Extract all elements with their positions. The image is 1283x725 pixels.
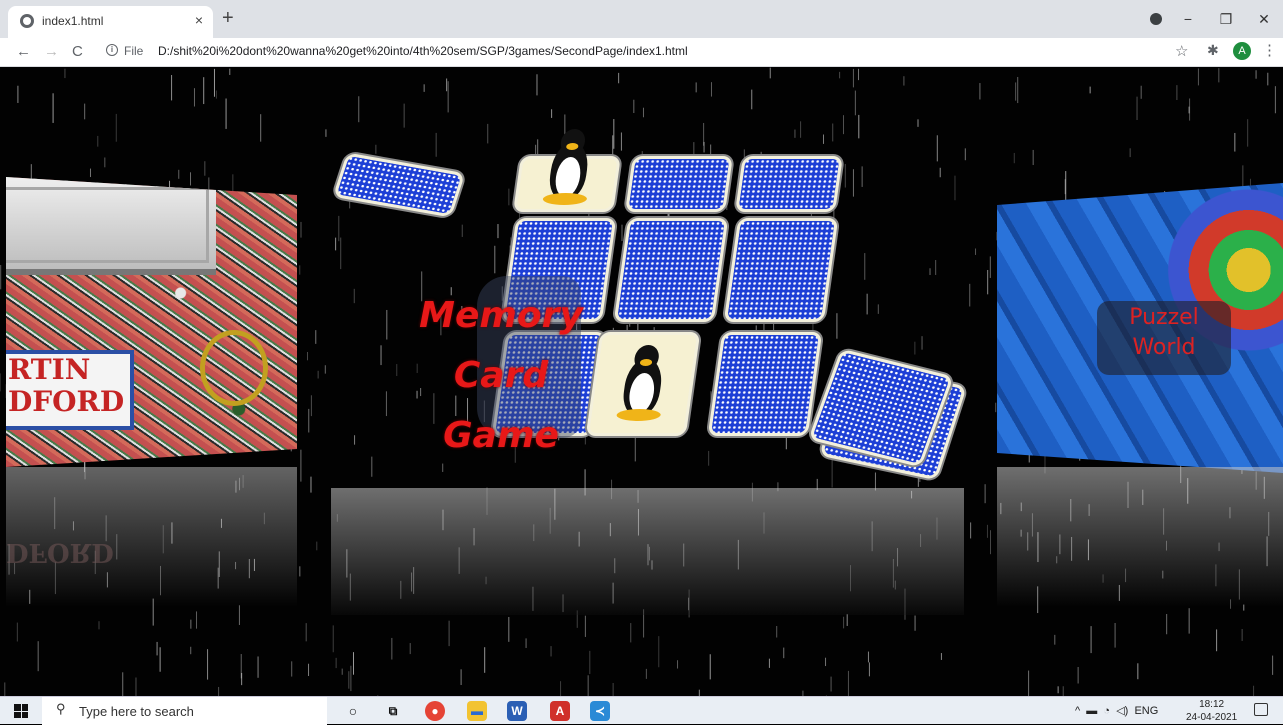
window-controls: − ❐ ✕ (1169, 0, 1283, 38)
browser-toolbar: ← → C i File D:/shit%20i%20dont%20wanna%… (0, 38, 1283, 67)
wifi-icon[interactable]: ◔ (1103, 705, 1110, 717)
left-panel-reflection: DFORD (6, 467, 297, 607)
vscode-icon[interactable]: ≺ (590, 701, 610, 721)
card-back (613, 218, 729, 322)
card-back (707, 332, 823, 436)
menu-icon[interactable]: ⋮ (1262, 41, 1277, 59)
task-view-icon[interactable]: ⧉ (383, 701, 403, 721)
back-button[interactable]: ← (16, 43, 31, 60)
cortana-icon[interactable]: ○ (343, 701, 363, 721)
title-line: Game (443, 415, 559, 456)
clock-date: 24-04-2021 (1186, 712, 1238, 723)
windows-start-icon[interactable] (14, 704, 28, 718)
system-tray: ^ ▬ ◔ ◁) ENG (1075, 704, 1158, 717)
book-cover-image (6, 177, 216, 275)
puzzle-extension-icon[interactable]: ✱ (1207, 42, 1219, 59)
notification-icon[interactable] (1254, 703, 1268, 716)
game-panel-wheres-waldo[interactable]: RTIN DFORD (6, 177, 297, 467)
reflection-text: DFORD (6, 537, 114, 567)
tab-close-button[interactable]: × (195, 12, 203, 28)
taskbar: ⚲ Type here to search ○ ⧉ ● ▬ W A ≺ ^ ▬ … (0, 696, 1283, 725)
browser-tab[interactable]: index1.html × (8, 6, 213, 38)
sign-line: RTIN (8, 353, 91, 386)
new-tab-button[interactable]: + (222, 8, 234, 28)
sign-board: RTIN DFORD (6, 350, 134, 430)
address-bar[interactable]: i File D:/shit%20i%20dont%20wanna%20get%… (100, 41, 1190, 64)
reload-button[interactable]: C (72, 43, 83, 60)
acrobat-icon[interactable]: A (550, 701, 570, 721)
page-viewport: RTIN DFORD DFORD Memory Card Game Puzzel… (0, 67, 1283, 696)
penguin-icon (615, 345, 671, 423)
game-panel-puzzle[interactable]: Puzzel World (997, 183, 1283, 473)
volume-icon[interactable]: ◁) (1116, 705, 1128, 717)
title-line: Puzzel (1129, 305, 1199, 330)
avatar[interactable]: A (1233, 42, 1251, 60)
file-explorer-icon[interactable]: ▬ (467, 701, 487, 721)
profile-dot-icon[interactable] (1150, 13, 1162, 25)
right-panel-reflection (997, 467, 1283, 607)
title-line: World (1132, 335, 1196, 360)
tab-title: index1.html (42, 14, 104, 28)
penguin-icon (542, 129, 597, 207)
maximize-button[interactable]: ❐ (1207, 11, 1245, 28)
clock-time: 18:12 (1199, 699, 1225, 710)
minimize-button[interactable]: − (1169, 11, 1207, 27)
title-line: Card (453, 355, 549, 396)
tab-strip: index1.html × + − ❐ ✕ (0, 0, 1283, 38)
close-window-button[interactable]: ✕ (1245, 11, 1283, 28)
info-icon[interactable]: i (106, 44, 118, 56)
center-panel-reflection (331, 488, 964, 615)
forward-button[interactable]: → (44, 43, 59, 60)
clock[interactable]: 18:12 24-04-2021 (1186, 698, 1237, 724)
address-scheme: File (124, 44, 144, 58)
address-url[interactable]: D:/shit%20i%20dont%20wanna%20get%20into/… (158, 44, 688, 58)
chrome-icon[interactable]: ● (425, 701, 445, 721)
memory-game-title[interactable]: Memory Card Game (391, 286, 611, 466)
search-icon: ⚲ (56, 701, 66, 716)
taskbar-search[interactable]: ⚲ Type here to search (42, 697, 327, 725)
card-face-penguin (513, 129, 621, 212)
title-line: Memory (419, 295, 583, 336)
card-back (735, 156, 843, 212)
puzzle-game-title[interactable]: Puzzel World (1097, 303, 1231, 363)
search-placeholder: Type here to search (79, 704, 194, 719)
sign-line: DFORD (8, 385, 125, 418)
card-back (625, 156, 733, 212)
word-icon[interactable]: W (507, 701, 527, 721)
card-back (723, 218, 839, 322)
game-panel-memory[interactable]: Memory Card Game (331, 129, 967, 488)
magnifier-ring-icon (200, 330, 268, 406)
chevron-up-icon[interactable]: ^ (1075, 705, 1080, 717)
star-icon[interactable]: ☆ (1175, 42, 1188, 60)
language-indicator[interactable]: ENG (1134, 705, 1158, 717)
battery-icon[interactable]: ▬ (1086, 705, 1097, 717)
globe-icon (20, 14, 34, 28)
